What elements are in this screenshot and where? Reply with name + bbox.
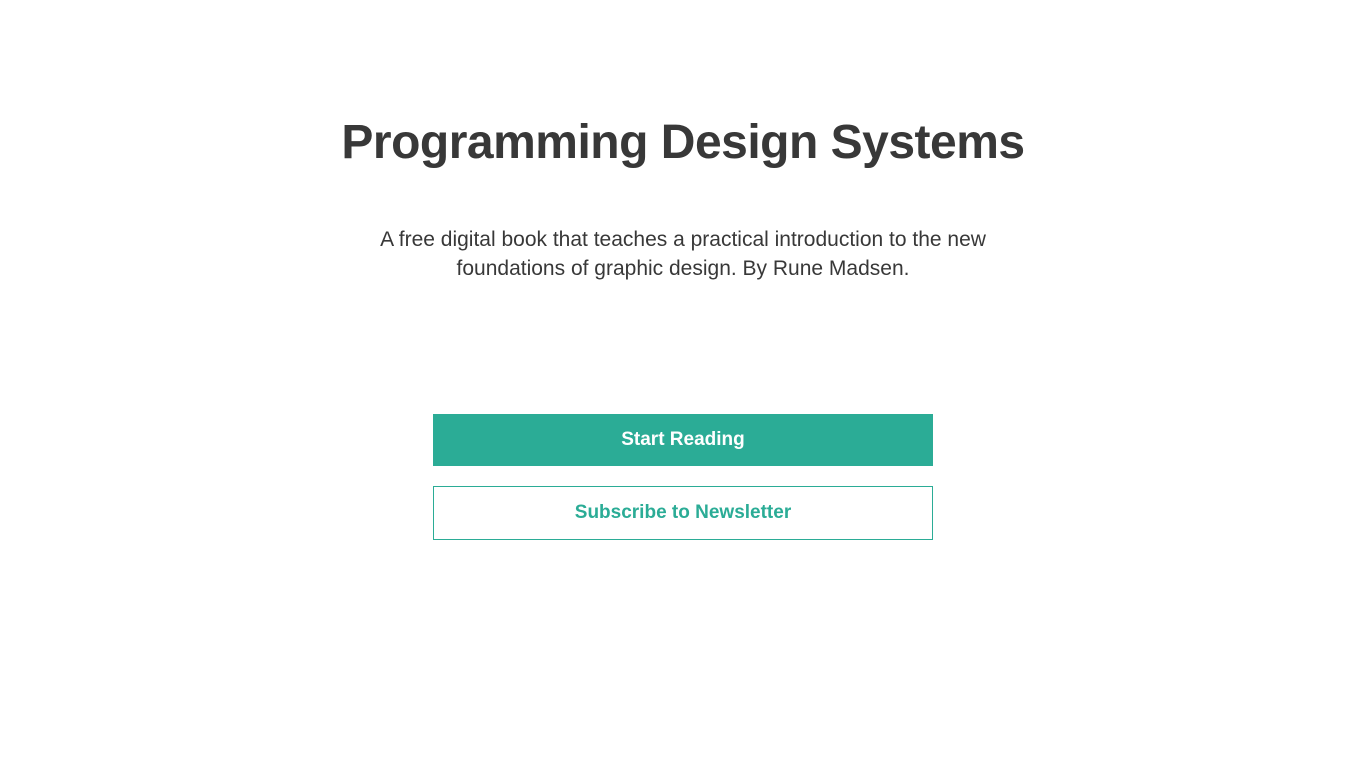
main-container: Programming Design Systems A free digita… — [0, 0, 1366, 540]
subscribe-newsletter-button[interactable]: Subscribe to Newsletter — [433, 486, 933, 540]
start-reading-button[interactable]: Start Reading — [433, 414, 933, 466]
page-title: Programming Design Systems — [341, 115, 1024, 170]
page-description: A free digital book that teaches a pract… — [333, 225, 1033, 284]
button-group: Start Reading Subscribe to Newsletter — [433, 414, 933, 540]
